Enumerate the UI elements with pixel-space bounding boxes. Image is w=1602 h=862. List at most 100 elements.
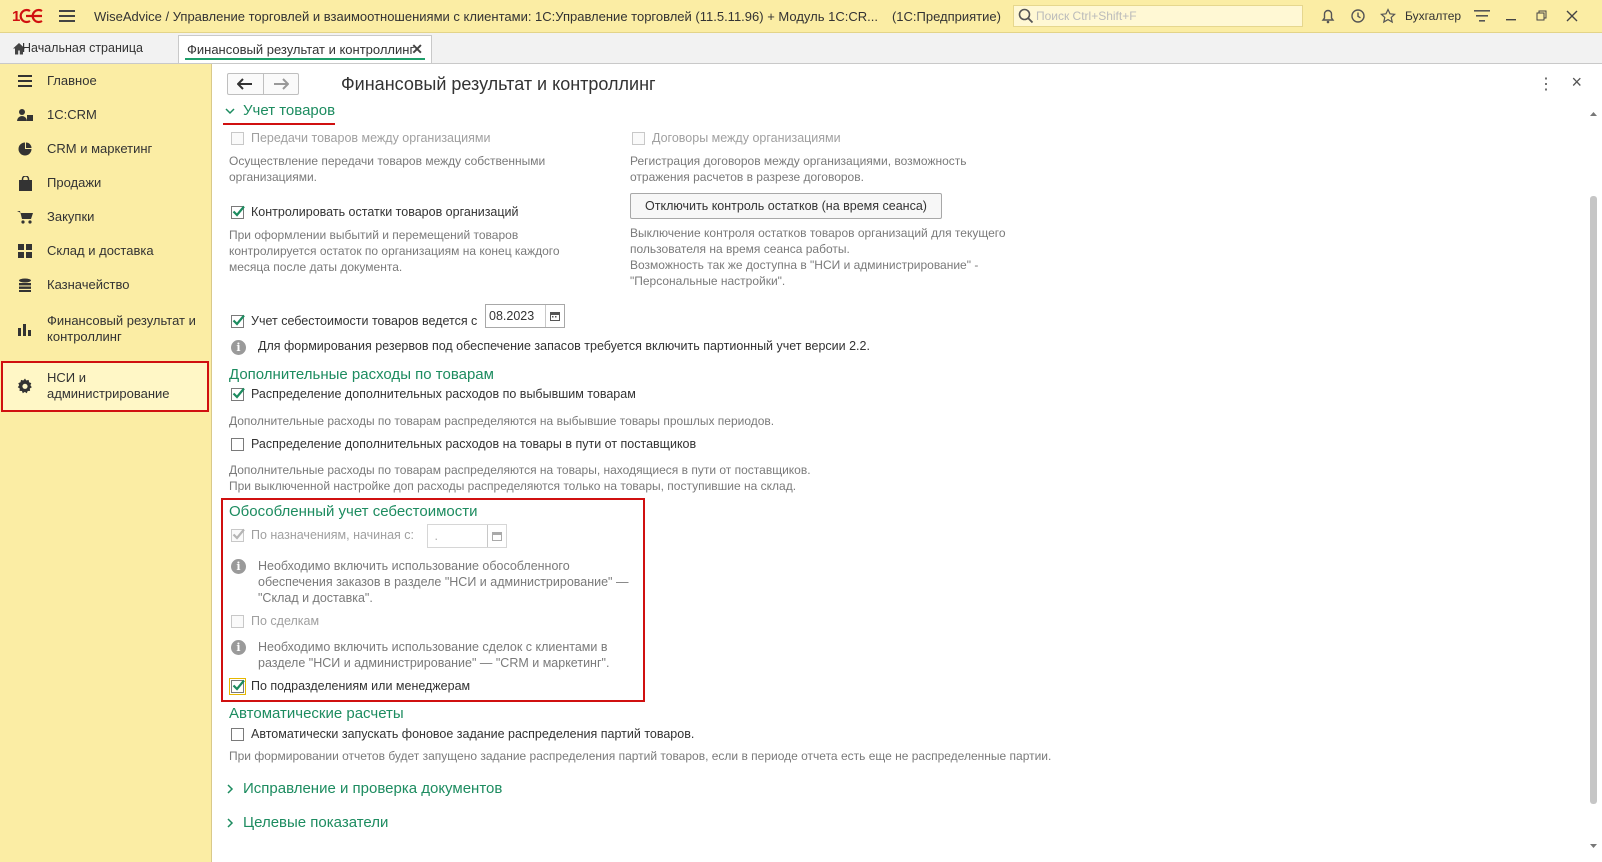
tab-financial-result[interactable]: Финансовый результат и контроллинг ✕: [178, 35, 432, 63]
sidebar-item-label: НСИ и администрирование: [47, 370, 170, 401]
title-bar: 1 WiseAdvice / Управление торговлей и вз…: [0, 0, 1602, 33]
sidebar-item-label: Закупки: [47, 209, 95, 224]
auto-calc-checkbox[interactable]: [231, 728, 244, 741]
purpose-date-field[interactable]: [427, 524, 507, 548]
sidebar-item-nsi-admin[interactable]: НСИ и администрирование: [0, 369, 212, 403]
close-window-icon[interactable]: [1557, 4, 1587, 28]
contracts-label: Договоры между организациями: [652, 131, 841, 145]
svg-text:1: 1: [12, 8, 20, 24]
calendar-icon[interactable]: [545, 305, 564, 327]
sidebar-item-label: 1C:CRM: [47, 107, 97, 122]
sidebar-item-label: CRM и маркетинг: [47, 141, 153, 156]
control-balances-checkbox[interactable]: [231, 205, 245, 219]
separate-cost-heading: Обособленный учет себестоимости: [229, 503, 478, 520]
restore-icon[interactable]: [1527, 4, 1557, 28]
reserves-note: Для формирования резервов под обеспечени…: [258, 339, 870, 353]
main-menu-icon[interactable]: [54, 6, 80, 26]
info-icon: i: [231, 640, 246, 655]
sidebar-item-label: Казначейство: [47, 277, 130, 292]
calendar-icon[interactable]: [487, 525, 506, 547]
cost-accounting-checkbox[interactable]: [231, 314, 245, 328]
sidebar-item-main[interactable]: Главное: [0, 72, 212, 90]
scroll-up-icon[interactable]: [1589, 110, 1598, 118]
sidebar-item-crm-marketing[interactable]: CRM и маркетинг: [0, 140, 212, 158]
tabs-bar: Начальная страница Финансовый результат …: [0, 33, 1602, 64]
user-name[interactable]: Бухгалтер: [1405, 9, 1461, 23]
sidebar-item-1c-crm[interactable]: 1C:CRM: [0, 106, 212, 124]
chevron-right-icon: [227, 783, 234, 794]
vertical-scrollbar[interactable]: [1589, 110, 1598, 850]
mode-label: (1С:Предприятие): [891, 8, 1001, 24]
form-area: Финансовый результат и контроллинг ⋮ × У…: [213, 64, 1602, 862]
chevron-down-icon: [225, 107, 235, 114]
bell-icon[interactable]: [1313, 4, 1343, 28]
cost-date-field[interactable]: [485, 304, 565, 328]
by-deals-note: Необходимо включить использование сделок…: [258, 640, 610, 670]
sidebar-item-warehouse[interactable]: Склад и доставка: [0, 242, 212, 260]
scrollbar-thumb[interactable]: [1590, 196, 1597, 804]
tab-home[interactable]: Начальная страница: [0, 33, 143, 63]
minimize-icon[interactable]: [1497, 4, 1527, 28]
group-title-underline: [223, 123, 335, 125]
check-mark-icon: [232, 679, 245, 691]
sidebar-item-sales[interactable]: Продажи: [0, 174, 212, 192]
cost-accounting-label: Учет себестоимости товаров ведется с: [251, 314, 478, 328]
disable-control-description: Выключение контроля остатков товаров орг…: [630, 226, 1006, 288]
transfer-description: Осуществление передачи товаров между соб…: [229, 154, 546, 184]
cost-date-input[interactable]: [486, 305, 545, 327]
search-input[interactable]: [1033, 8, 1288, 24]
contracts-checkbox[interactable]: [632, 132, 645, 145]
extra-expenses-sold-description: Дополнительные расходы по товарам распре…: [229, 414, 775, 428]
warehouse-icon: [16, 242, 34, 260]
cart-icon: [16, 208, 34, 226]
extra-expenses-sold-checkbox[interactable]: [231, 387, 245, 401]
transfer-label: Передачи товаров между организациями: [251, 131, 491, 145]
sidebar-item-label: Продажи: [47, 175, 102, 190]
group-fix-documents[interactable]: Исправление и проверка документов: [225, 780, 502, 797]
star-icon[interactable]: [1373, 4, 1403, 28]
bag-icon: [16, 174, 34, 192]
chevron-right-icon: [227, 817, 234, 828]
search-icon: [1018, 8, 1034, 24]
by-purpose-checkbox[interactable]: [231, 528, 245, 542]
extra-expenses-transit-checkbox[interactable]: [231, 438, 244, 451]
group-fix-title: Исправление и проверка документов: [243, 780, 503, 797]
sidebar-item-purchases[interactable]: Закупки: [0, 208, 212, 226]
by-deals-label: По сделкам: [251, 614, 320, 628]
control-balances-description: При оформлении выбытий и перемещений тов…: [229, 228, 560, 274]
contracts-description: Регистрация договоров между организациям…: [630, 154, 967, 184]
close-form-icon[interactable]: ×: [1571, 72, 1582, 93]
by-deals-checkbox[interactable]: [231, 615, 244, 628]
close-tab-icon[interactable]: ✕: [411, 41, 423, 58]
search-box[interactable]: [1012, 5, 1303, 27]
scroll-down-icon[interactable]: [1589, 842, 1598, 850]
sidebar-item-treasury[interactable]: Казначейство: [0, 276, 212, 294]
group-targets[interactable]: Целевые показатели: [225, 814, 388, 831]
1c-logo: 1: [12, 6, 46, 26]
extra-expenses-heading: Дополнительные расходы по товарам: [229, 366, 494, 383]
more-actions-icon[interactable]: ⋮: [1538, 74, 1554, 94]
users-icon: [16, 106, 34, 124]
tab-active-label: Финансовый результат и контроллинг: [187, 42, 415, 57]
extra-expenses-transit-description: Дополнительные расходы по товарам распре…: [229, 463, 811, 493]
by-purpose-note: Необходимо включить использование обособ…: [258, 559, 629, 605]
check-mark-icon: [232, 528, 245, 540]
disable-control-button[interactable]: Отключить контроль остатков (на время се…: [630, 193, 942, 219]
bar-chart-icon: [16, 320, 34, 338]
purpose-date-input[interactable]: [428, 525, 487, 547]
history-icon[interactable]: [1343, 4, 1373, 28]
check-mark-icon: [232, 387, 245, 399]
group-goods-accounting[interactable]: Учет товаров: [225, 102, 335, 119]
control-balances-label: Контролировать остатки товаров организац…: [251, 205, 519, 219]
sidebar-item-financial-result[interactable]: Финансовый результат и контроллинг: [0, 312, 212, 346]
back-arrow-icon[interactable]: [228, 74, 264, 94]
settings-menu-icon[interactable]: [1467, 4, 1497, 28]
auto-calc-description: При формировании отчетов будет запущено …: [229, 749, 1052, 763]
by-departments-checkbox[interactable]: [229, 678, 246, 695]
sections-panel: Главное 1C:CRM CRM и маркетинг Продажи З…: [0, 64, 212, 862]
forward-arrow-icon[interactable]: [264, 74, 299, 94]
group-targets-title: Целевые показатели: [243, 814, 389, 831]
transfer-checkbox[interactable]: [231, 132, 244, 145]
sidebar-item-label: Финансовый результат и контроллинг: [47, 313, 196, 344]
tab-home-label: Начальная страница: [22, 41, 143, 55]
